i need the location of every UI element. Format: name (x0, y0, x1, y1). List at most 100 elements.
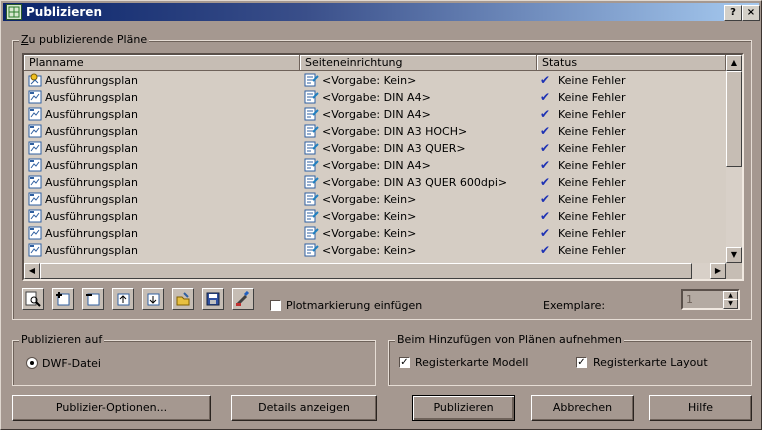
dwf-radio-label: DWF-Datei (42, 357, 101, 370)
table-row[interactable]: Ausführungsplan <Vorgabe: Kein> ✔ Keine Feh… (24, 225, 724, 242)
publish-dialog: Publizieren ? × Zu publizierende Pläne P… (0, 0, 762, 430)
window-title: Publizieren (26, 5, 102, 19)
close-title-button[interactable]: × (742, 5, 760, 21)
add-sheets-button[interactable] (52, 288, 74, 310)
page-setup-cell: <Vorgabe: Kein> (322, 210, 417, 223)
dwf-radio[interactable] (26, 357, 38, 369)
sheet-list[interactable]: Planname Seiteneinrichtung Status Ausfüh… (22, 53, 744, 281)
page-setup-cell: <Vorgabe: DIN A3 QUER 600dpi> (322, 176, 508, 189)
plan-name-cell: Ausführungsplan (45, 159, 138, 172)
plotstamp-label: Plotmarkierung einfügen (286, 299, 423, 312)
layout-tab-checkbox[interactable]: ✓ (576, 357, 587, 368)
publish-to-label: Publizieren auf (19, 333, 105, 346)
page-setup-cell: <Vorgabe: DIN A3 QUER> (322, 142, 466, 155)
publish-button[interactable]: Publizieren (412, 395, 515, 421)
plan-name-cell: Ausführungsplan (45, 142, 138, 155)
page-setup-icon (304, 175, 319, 189)
plotstamp-checkbox[interactable] (270, 300, 281, 311)
status-check-icon: ✔ (540, 124, 551, 138)
layout-sheet-icon (28, 209, 43, 223)
page-setup-icon (304, 73, 319, 87)
scroll-right-button[interactable]: ▶ (710, 263, 726, 279)
column-header-status[interactable]: Status (537, 55, 726, 71)
help-title-button[interactable]: ? (724, 5, 742, 21)
preview-button[interactable] (22, 288, 44, 310)
load-list-button[interactable] (172, 288, 194, 310)
help-button[interactable]: Hilfe (649, 395, 752, 421)
status-check-icon: ✔ (540, 209, 551, 223)
copies-down-button[interactable]: ▼ (723, 299, 738, 309)
status-check-icon: ✔ (540, 158, 551, 172)
status-check-icon: ✔ (540, 90, 551, 104)
layout-sheet-icon (28, 124, 43, 138)
plan-name-cell: Ausführungsplan (45, 176, 138, 189)
status-cell: Keine Fehler (558, 125, 626, 138)
cancel-button[interactable]: Abbrechen (531, 395, 634, 421)
publish-options-button[interactable]: Publizier-Optionen... (12, 395, 211, 421)
table-row[interactable]: Ausführungsplan <Vorgabe: DIN A4> ✔ Keine F… (24, 89, 724, 106)
layout-sheet-icon (28, 141, 43, 155)
page-setup-cell: <Vorgabe: DIN A3 HOCH> (322, 125, 468, 138)
vertical-scroll-thumb[interactable] (726, 71, 742, 167)
move-up-button[interactable] (112, 288, 134, 310)
table-row[interactable]: Ausführungsplan <Vorgabe: Kein> ✔ Keine Feh… (24, 72, 724, 89)
status-check-icon: ✔ (540, 192, 551, 206)
plan-name-cell: Ausführungsplan (45, 74, 138, 87)
status-cell: Keine Fehler (558, 227, 626, 240)
page-setup-icon (304, 192, 319, 206)
status-cell: Keine Fehler (558, 91, 626, 104)
title-bar[interactable]: Publizieren ? × (3, 3, 760, 21)
scroll-down-button[interactable]: ▼ (726, 247, 742, 263)
layout-sheet-icon (28, 243, 43, 257)
table-row[interactable]: Ausführungsplan <Vorgabe: DIN A4> ✔ Keine F… (24, 106, 724, 123)
table-row[interactable]: Ausführungsplan <Vorgabe: DIN A3 QUER> ✔ Ke… (24, 140, 724, 157)
table-row[interactable]: Ausführungsplan <Vorgabe: DIN A3 HOCH> ✔ Ke… (24, 123, 724, 140)
plan-name-cell: Ausführungsplan (45, 125, 138, 138)
status-cell: Keine Fehler (558, 176, 626, 189)
layout-sheet-icon (28, 107, 43, 121)
layout-sheet-icon (28, 192, 43, 206)
scroll-up-button[interactable]: ▲ (726, 55, 742, 71)
horizontal-scrollbar[interactable]: ◀ ▶ (24, 263, 726, 279)
page-setup-cell: <Vorgabe: Kein> (322, 74, 417, 87)
status-cell: Keine Fehler (558, 193, 626, 206)
app-icon (6, 4, 22, 20)
layout-sheet-icon (28, 90, 43, 104)
page-setup-icon (304, 107, 319, 121)
status-cell: Keine Fehler (558, 142, 626, 155)
layout-tab-label: Registerkarte Layout (593, 356, 708, 369)
page-setup-cell: <Vorgabe: DIN A4> (322, 91, 431, 104)
page-setup-icon (304, 124, 319, 138)
page-setup-icon (304, 243, 319, 257)
plan-name-cell: Ausführungsplan (45, 210, 138, 223)
table-row[interactable]: Ausführungsplan <Vorgabe: Kein> ✔ Keine Feh… (24, 242, 724, 259)
copies-spinner[interactable]: 1 ▲ ▼ (681, 289, 740, 310)
plot-stamp-settings-button[interactable] (232, 288, 254, 310)
remove-sheets-button[interactable] (82, 288, 104, 310)
plan-name-cell: Ausführungsplan (45, 91, 138, 104)
table-row[interactable]: Ausführungsplan <Vorgabe: DIN A3 QUER 600… (24, 174, 724, 191)
table-row[interactable]: Ausführungsplan <Vorgabe: DIN A4> ✔ Keine F… (24, 157, 724, 174)
show-details-button[interactable]: Details anzeigen (231, 395, 377, 421)
table-row[interactable]: Ausführungsplan <Vorgabe: Kein> ✔ Keine Feh… (24, 191, 724, 208)
layout-sheet-icon (28, 226, 43, 240)
status-check-icon: ✔ (540, 175, 551, 189)
status-cell: Keine Fehler (558, 244, 626, 257)
model-tab-checkbox[interactable]: ✓ (399, 357, 410, 368)
vertical-scrollbar[interactable]: ▲ ▼ (726, 55, 742, 263)
scroll-left-button[interactable]: ◀ (24, 263, 40, 279)
horizontal-scroll-thumb[interactable] (40, 263, 692, 279)
plan-name-cell: Ausführungsplan (45, 244, 138, 257)
page-setup-cell: <Vorgabe: DIN A4> (322, 159, 431, 172)
status-check-icon: ✔ (540, 107, 551, 121)
status-cell: Keine Fehler (558, 210, 626, 223)
page-setup-icon (304, 209, 319, 223)
include-label: Beim Hinzufügen von Plänen aufnehmen (395, 333, 624, 346)
sheets-group-label: Zu publizierende Pläne (19, 33, 150, 46)
column-header-planname[interactable]: Planname (24, 55, 300, 71)
column-header-setup[interactable]: Seiteneinrichtung (300, 55, 537, 71)
table-row[interactable]: Ausführungsplan <Vorgabe: Kein> ✔ Keine Feh… (24, 208, 724, 225)
move-down-button[interactable] (142, 288, 164, 310)
model-sheet-icon (28, 73, 43, 87)
save-list-button[interactable] (202, 288, 224, 310)
